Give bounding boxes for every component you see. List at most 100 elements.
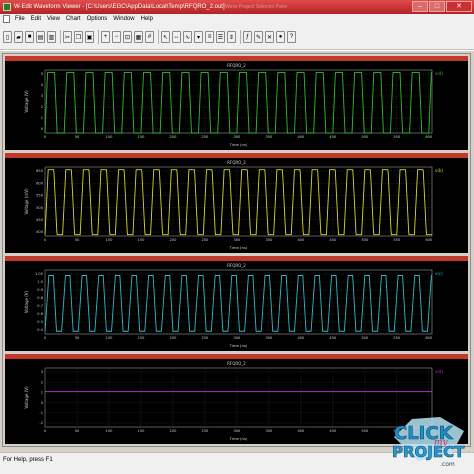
x-axis-label: Time (ns) — [229, 245, 248, 250]
workspace: RFQRO_2 0 50 100 150 200 250 300 350 400 450 500 550… — [0, 51, 474, 452]
y-tick-label: 0.4 — [37, 328, 43, 332]
zoom-out-button[interactable]: − — [112, 31, 121, 43]
x-tick-label: 150 — [138, 135, 146, 139]
y-tick-label: 1 — [41, 116, 43, 120]
waveform-panel-4[interactable]: RFQRO_2 0 50 100 150 200 250 300 350 400 450 500 550… — [5, 354, 468, 444]
new-file-button[interactable]: ▯ — [3, 31, 12, 43]
copy-icon: ❐ — [75, 34, 82, 41]
copy-button[interactable]: ❐ — [74, 31, 83, 43]
x-tick-label: 50 — [75, 238, 80, 242]
overlay-button[interactable]: ≡ — [205, 31, 214, 43]
open-folder-button[interactable]: ▰ — [14, 31, 23, 43]
x-axis-label: Time (ns) — [229, 142, 248, 147]
waveform-panel-2[interactable]: RFQRO_2 0 50 100 150 200 250 300 350 400 450 500 550… — [5, 153, 468, 253]
x-tick-label: 150 — [138, 429, 146, 433]
expand-button[interactable]: ⇕ — [227, 31, 236, 43]
x-tick-label: 350 — [265, 429, 273, 433]
stack-button[interactable]: ☰ — [216, 31, 225, 43]
x-tick-label: 0 — [44, 238, 47, 242]
menu-window[interactable]: Window — [110, 14, 137, 25]
print-button[interactable]: ▤ — [36, 31, 45, 43]
waveform-panel-3[interactable]: RFQRO_2 0 50 100 150 200 250 300 350 400 450 500 550… — [5, 256, 468, 351]
close-button[interactable]: ✕ — [446, 1, 472, 12]
expression-button[interactable]: ƒ — [243, 31, 252, 43]
menu-options[interactable]: Options — [84, 14, 111, 25]
toolbar: ▯ ▰ ■ ▤ ▥ ✂ ❐ ▣ + − ⊡ ▦ # ↖ ↔ ∿ ▾ ≡ ☰ ⇕ ƒ ✎ ✕ ●? — [0, 25, 474, 50]
y-tick-label: 4 — [41, 83, 44, 87]
plot-area[interactable] — [44, 367, 433, 428]
x-tick-label: 200 — [170, 135, 178, 139]
y-tick-label: 0.5 — [37, 320, 43, 324]
waveform-chart[interactable]: RFQRO_20 50 100 150 200 250 300 350 400 450 500 550… — [5, 153, 468, 253]
x-tick-label: 100 — [106, 238, 114, 242]
trace-legend[interactable]: v(d) — [435, 369, 443, 374]
help-icon: ? — [289, 34, 294, 40]
y-tick-label: 1.05 — [35, 272, 43, 276]
zoom-fit-button[interactable]: ⊡ — [123, 31, 132, 43]
y-tick-label: 400 — [36, 230, 44, 234]
x-tick-label: 400 — [297, 429, 305, 433]
help-button[interactable]: ? — [287, 31, 296, 43]
print-preview-button[interactable]: ▥ — [47, 31, 56, 43]
maximize-button[interactable]: □ — [429, 1, 445, 12]
window-title: W-Edit Waveform Viewer - [C:\Users\EGC\A… — [14, 4, 225, 10]
color-button[interactable]: ● — [276, 31, 285, 43]
waveform-panel-1[interactable]: RFQRO_2 0 50 100 150 200 250 300 350 400 450 500 550… — [5, 56, 468, 150]
chart-button[interactable]: ▦ — [134, 31, 143, 43]
y-tick-label: 450 — [36, 218, 44, 222]
x-tick-label: 350 — [265, 336, 273, 340]
y-tick-label: 0.7 — [37, 304, 43, 308]
menu-file[interactable]: File — [12, 14, 28, 25]
x-tick-label: 600 — [425, 238, 433, 242]
toolbar-separator — [240, 30, 241, 44]
x-tick-label: 600 — [425, 135, 433, 139]
x-tick-label: 250 — [201, 429, 209, 433]
menu-view[interactable]: View — [44, 14, 63, 25]
x-tick-label: 350 — [265, 238, 273, 242]
measure-button[interactable]: ↔ — [172, 31, 181, 43]
zoom-in-button[interactable]: + — [101, 31, 110, 43]
minimize-button[interactable]: – — [412, 1, 428, 12]
trace-button[interactable]: ∿ — [183, 31, 192, 43]
x-tick-label: 200 — [170, 336, 178, 340]
y-tick-label: 2 — [41, 105, 43, 109]
marker-icon: ▾ — [196, 34, 200, 41]
trace-legend[interactable]: v(c) — [435, 271, 443, 276]
y-tick-label: 1 — [41, 391, 43, 395]
menu-chart[interactable]: Chart — [63, 14, 84, 25]
print-icon: ▤ — [37, 34, 44, 41]
y-tick-label: -1 — [39, 411, 43, 415]
trace-icon: ∿ — [184, 34, 191, 41]
cut-button[interactable]: ✂ — [63, 31, 72, 43]
x-tick-label: 550 — [393, 135, 401, 139]
trace-legend[interactable]: v(4) — [435, 71, 443, 76]
app-icon[interactable] — [3, 3, 11, 11]
save-button[interactable]: ■ — [25, 31, 34, 43]
y-tick-label: 500 — [36, 206, 44, 210]
menu-edit[interactable]: Edit — [28, 14, 44, 25]
x-tick-label: 600 — [425, 429, 433, 433]
menu-help[interactable]: Help — [138, 14, 156, 25]
x-tick-label: 550 — [393, 429, 401, 433]
document-icon[interactable] — [3, 15, 10, 23]
window-controls: – □ ✕ — [412, 1, 472, 12]
waveform-chart[interactable]: RFQRO_20 50 100 150 200 250 300 350 400 450 500 550… — [5, 354, 468, 444]
x-tick-label: 100 — [106, 336, 114, 340]
delete-trace-button[interactable]: ✕ — [265, 31, 274, 43]
x-tick-label: 300 — [233, 135, 241, 139]
expand-icon: ⇕ — [228, 34, 235, 41]
y-tick-label: 1.0 — [37, 280, 43, 284]
toolbar-separator — [158, 30, 159, 44]
waveform-chart[interactable]: RFQRO_20 50 100 150 200 250 300 350 400 450 500 550… — [5, 56, 468, 150]
waveform-chart[interactable]: RFQRO_20 50 100 150 200 250 300 350 400 450 500 550… — [5, 256, 468, 351]
paste-button[interactable]: ▣ — [85, 31, 94, 43]
edit-trace-button[interactable]: ✎ — [254, 31, 263, 43]
new-file-icon: ▯ — [5, 34, 10, 41]
cursor-button[interactable]: ↖ — [161, 31, 170, 43]
print-preview-icon: ▥ — [48, 34, 55, 41]
trace-legend[interactable]: v(b) — [435, 168, 443, 173]
x-tick-label: 250 — [201, 238, 209, 242]
grid-button[interactable]: # — [145, 31, 154, 43]
marker-button[interactable]: ▾ — [194, 31, 203, 43]
delete-trace-icon: ✕ — [266, 34, 273, 41]
